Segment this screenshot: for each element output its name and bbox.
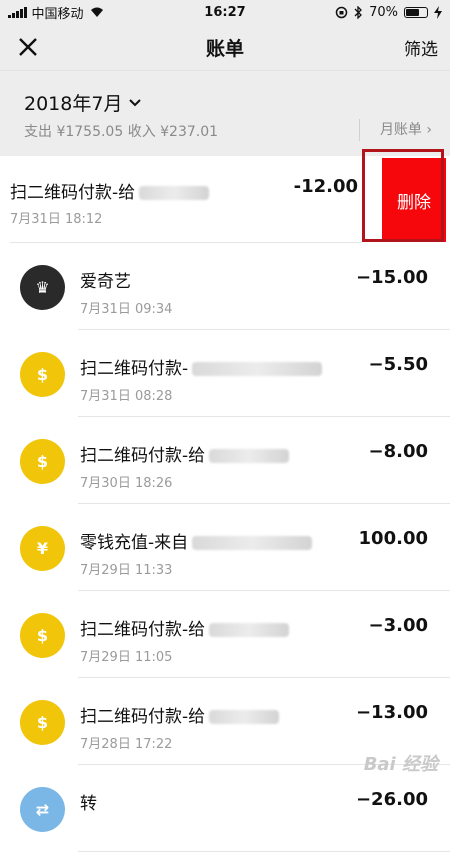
transaction-date: 7月31日 08:28 [80,389,173,404]
chevron-down-icon [129,98,142,106]
transaction-list: 扫二维码付款-给 7月31日 18:12 -12.00 删除 ♛ 爱奇艺 7月31日… [0,149,450,852]
redacted-text [209,710,280,724]
transaction-title: 扫二维码付款-给 [80,446,206,466]
iqiyi-logo-icon: ♛ [20,265,65,310]
status-right: 70% [335,5,442,20]
transaction-title: 转 [80,794,97,814]
transaction-amount: −15.00 [355,267,428,288]
transaction-amount: −5.50 [368,354,429,375]
month-summary: 2018年7月 支出 ¥1755.05 收入 ¥237.01 月账单 › [0,70,450,157]
redacted-text [209,623,290,637]
transaction-title: 爱奇艺 [80,272,131,292]
page-title: 账单 [205,37,244,60]
yuan-coin-icon: ¥ [20,526,65,571]
money-bag-icon: $ [20,613,65,658]
transaction-title: 扫二维码付款-给 [80,707,206,727]
transaction-row[interactable]: ⇄ 转 −26.00 [0,765,450,852]
transaction-row[interactable]: ¥ 零钱充值-来自 7月29日 11:33 100.00 [0,504,450,591]
transaction-amount: −3.00 [368,615,429,636]
transaction-date: 7月29日 11:33 [80,563,173,578]
redacted-text [209,449,290,463]
transaction-title: 扫二维码付款-给 [80,620,206,640]
transaction-title: 扫二维码付款- [80,359,189,379]
status-left: 中国移动 [8,3,105,22]
month-selector[interactable]: 2018年7月 [24,89,142,116]
nav-bar: 账单 筛选 [0,24,450,70]
money-bag-icon: $ [20,352,65,397]
transaction-amount: −8.00 [368,441,429,462]
transaction-date: 7月28日 17:22 [80,737,173,752]
transaction-amount: 100.00 [358,528,428,549]
transfer-icon: ⇄ [20,787,65,832]
signal-icon [8,6,27,18]
wifi-icon [90,7,103,17]
status-bar: 中国移动 16:27 70% [0,0,450,24]
transaction-date: 7月29日 11:05 [80,650,173,665]
row-title-wrap: 爱奇艺 [80,267,131,292]
month-label: 2018年7月 [24,93,123,115]
transaction-amount: -12.00 [293,176,358,197]
row-title-wrap: 扫二维码付款- [80,354,323,379]
transaction-row[interactable]: $ 扫二维码付款-给 7月29日 11:05 −3.00 [0,591,450,678]
transaction-amount: −13.00 [355,702,428,723]
row-title-wrap: 扫二维码付款-给 [80,702,280,727]
redacted-text [192,362,323,376]
money-bag-icon: $ [20,700,65,745]
transaction-row[interactable]: ♛ 爱奇艺 7月31日 09:34 −15.00 [0,243,450,330]
redacted-text [192,536,313,550]
row-title-wrap: 扫二维码付款-给 [80,441,290,466]
watermark: Bai 经验 [363,754,438,775]
swiped-transaction-row[interactable]: 扫二维码付款-给 7月31日 18:12 -12.00 删除 [0,149,450,243]
battery-icon [404,6,428,18]
transaction-title: 零钱充值-来自 [80,533,189,553]
row-title-wrap: 零钱充值-来自 [80,528,313,553]
row-title-wrap: 扫二维码付款-给 [10,178,210,203]
carrier-label: 中国移动 [31,6,84,22]
month-totals: 支出 ¥1755.05 收入 ¥237.01 [24,124,219,140]
transaction-row[interactable]: $ 扫二维码付款- 7月31日 08:28 −5.50 [0,330,450,417]
transaction-date: 7月31日 18:12 [10,212,103,227]
delete-button[interactable]: 删除 [382,158,446,242]
battery-percent: 70% [369,4,398,20]
money-bag-icon: $ [20,439,65,484]
battery-fill [406,8,420,16]
row-title-wrap: 转 [80,789,97,814]
filter-button[interactable]: 筛选 [404,35,438,60]
transaction-date: 7月31日 09:34 [80,302,173,317]
close-icon[interactable] [16,35,40,59]
orientation-lock-icon [335,6,348,18]
bluetooth-icon [354,5,363,19]
charging-icon [434,5,442,19]
row-title-wrap: 扫二维码付款-给 [80,615,290,640]
monthly-bill-link[interactable]: 月账单 › [358,119,432,141]
transaction-title: 扫二维码付款-给 [10,183,136,203]
transaction-date: 7月30日 18:26 [80,476,173,491]
transaction-row[interactable]: $ 扫二维码付款-给 7月30日 18:26 −8.00 [0,417,450,504]
redacted-text [139,186,210,200]
